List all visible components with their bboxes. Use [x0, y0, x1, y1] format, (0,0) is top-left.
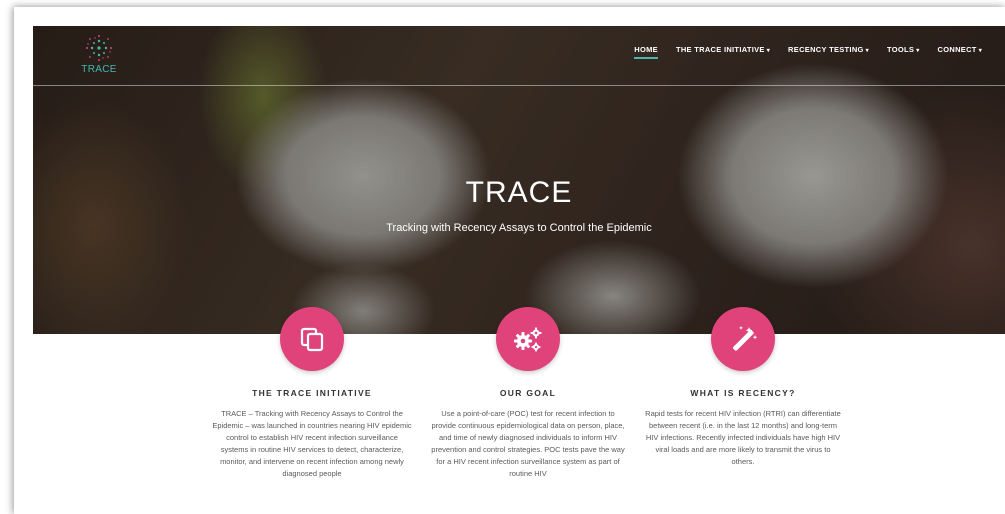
feature-text: Rapid tests for recent HIV infection (RT…	[645, 409, 841, 466]
feature-text: TRACE – Tracking with Recency Assays to …	[212, 409, 412, 478]
feature-trace-initiative: THE TRACE INITIATIVE TRACE – Tracking wi…	[212, 307, 412, 480]
caret-down-icon: ▾	[916, 48, 920, 54]
hero-subtitle: Tracking with Recency Assays to Control …	[386, 222, 652, 234]
nav-trace-initiative[interactable]: THE TRACE INITIATIVE ▾	[667, 45, 779, 54]
nav-connect[interactable]: CONNECT ▾	[929, 45, 992, 54]
feature-text: Use a point-of-care (POC) test for recen…	[431, 409, 625, 478]
gears-icon	[514, 327, 542, 352]
main-nav: HOME THE TRACE INITIATIVE ▾ RECENCY TESTI…	[625, 45, 992, 59]
nav-trace-initiative-label: THE TRACE INITIATIVE	[675, 45, 765, 54]
caret-down-icon: ▾	[865, 48, 869, 54]
nav-tools-label: TOOLS	[886, 45, 915, 54]
logo-text: TRACE	[81, 64, 117, 75]
nav-home-label: HOME	[634, 45, 658, 54]
feature-title: THE TRACE INITIATIVE	[252, 388, 372, 398]
feature-icon-circle[interactable]	[711, 307, 775, 371]
site-logo[interactable]: TRACE	[77, 33, 121, 75]
trace-logo-icon	[86, 35, 112, 61]
feature-title: WHAT IS RECENCY?	[690, 388, 796, 398]
nav-recency-testing[interactable]: RECENCY TESTING ▾	[779, 45, 878, 54]
feature-our-goal: OUR GOAL Use a point-of-care (POC) test …	[428, 307, 628, 480]
hero-title: TRACE	[465, 176, 573, 209]
copy-icon	[300, 327, 324, 352]
caret-down-icon: ▾	[766, 48, 771, 54]
magic-wand-icon	[733, 326, 758, 351]
feature-icon-circle[interactable]	[496, 307, 560, 371]
nav-recency-testing-label: RECENCY TESTING	[788, 45, 864, 54]
browser-window: TRACE HOME THE TRACE INITIATIVE ▾ RECENCY…	[14, 7, 1005, 514]
nav-divider	[33, 85, 1005, 86]
feature-title: OUR GOAL	[499, 388, 557, 398]
feature-icon-circle[interactable]	[280, 307, 344, 371]
nav-home[interactable]: HOME	[625, 45, 667, 59]
feature-what-is-recency: WHAT IS RECENCY? Rapid tests for recent …	[643, 307, 843, 468]
caret-down-icon: ▾	[978, 48, 982, 54]
hero-banner: TRACE HOME THE TRACE INITIATIVE ▾ RECENCY…	[33, 26, 1005, 334]
nav-connect-label: CONNECT	[937, 45, 977, 54]
nav-tools[interactable]: TOOLS ▾	[878, 45, 929, 54]
